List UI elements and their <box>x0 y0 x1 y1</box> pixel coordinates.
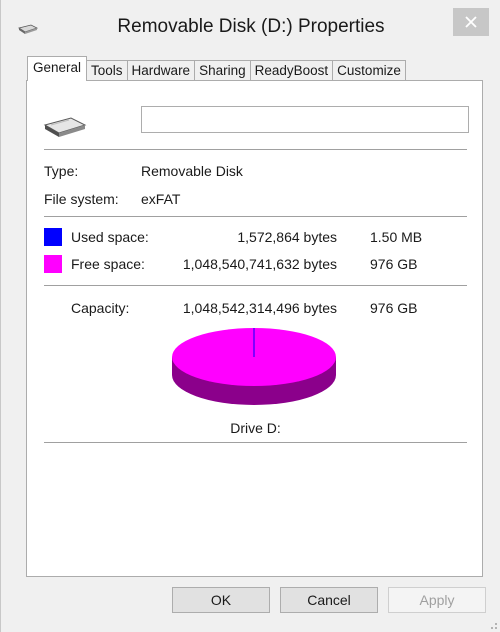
tab-customize[interactable]: Customize <box>332 60 406 81</box>
free-space-label: Free space: <box>71 256 145 272</box>
tab-hardware[interactable]: Hardware <box>126 60 196 81</box>
used-space-swatch <box>44 228 62 246</box>
divider <box>44 216 467 217</box>
title-bar[interactable]: Removable Disk (D:) Properties <box>1 0 500 56</box>
tab-tools[interactable]: Tools <box>86 60 128 81</box>
used-space-label: Used space: <box>71 229 149 245</box>
properties-window: Removable Disk (D:) Properties General T… <box>0 0 500 632</box>
type-label: Type: <box>44 163 79 179</box>
tab-readyboost[interactable]: ReadyBoost <box>249 60 334 81</box>
window-title: Removable Disk (D:) Properties <box>117 16 385 37</box>
removable-drive-icon <box>43 117 87 137</box>
apply-button: Apply <box>388 587 486 613</box>
close-button[interactable] <box>453 8 489 36</box>
tab-general[interactable]: General <box>27 56 88 81</box>
file-system-label: File system: <box>44 191 119 207</box>
divider <box>44 285 467 286</box>
capacity-size: 976 GB <box>370 300 418 316</box>
file-system-value: exFAT <box>141 191 181 207</box>
close-icon <box>465 16 477 28</box>
disk-usage-pie <box>172 328 336 405</box>
divider <box>44 442 467 443</box>
used-space-bytes: 1,572,864 bytes <box>237 229 337 245</box>
general-panel: Type: Removable Disk File system: exFAT … <box>26 80 483 577</box>
cancel-button[interactable]: Cancel <box>280 587 378 613</box>
used-space-size: 1.50 MB <box>370 229 423 245</box>
divider <box>44 149 467 150</box>
drive-name-field[interactable] <box>141 106 469 133</box>
free-space-size: 976 GB <box>370 256 418 272</box>
capacity-label: Capacity: <box>71 300 130 316</box>
type-value: Removable Disk <box>141 163 243 179</box>
capacity-bytes: 1,048,542,314,496 bytes <box>182 300 337 316</box>
tab-strip: General Tools Hardware Sharing ReadyBoos… <box>27 56 406 81</box>
resize-grip-icon[interactable] <box>488 620 498 630</box>
tab-sharing[interactable]: Sharing <box>194 60 251 81</box>
drive-label: Drive D: <box>230 420 281 436</box>
ok-button[interactable]: OK <box>172 587 270 613</box>
free-space-swatch <box>44 255 62 273</box>
free-space-bytes: 1,048,540,741,632 bytes <box>182 256 337 272</box>
